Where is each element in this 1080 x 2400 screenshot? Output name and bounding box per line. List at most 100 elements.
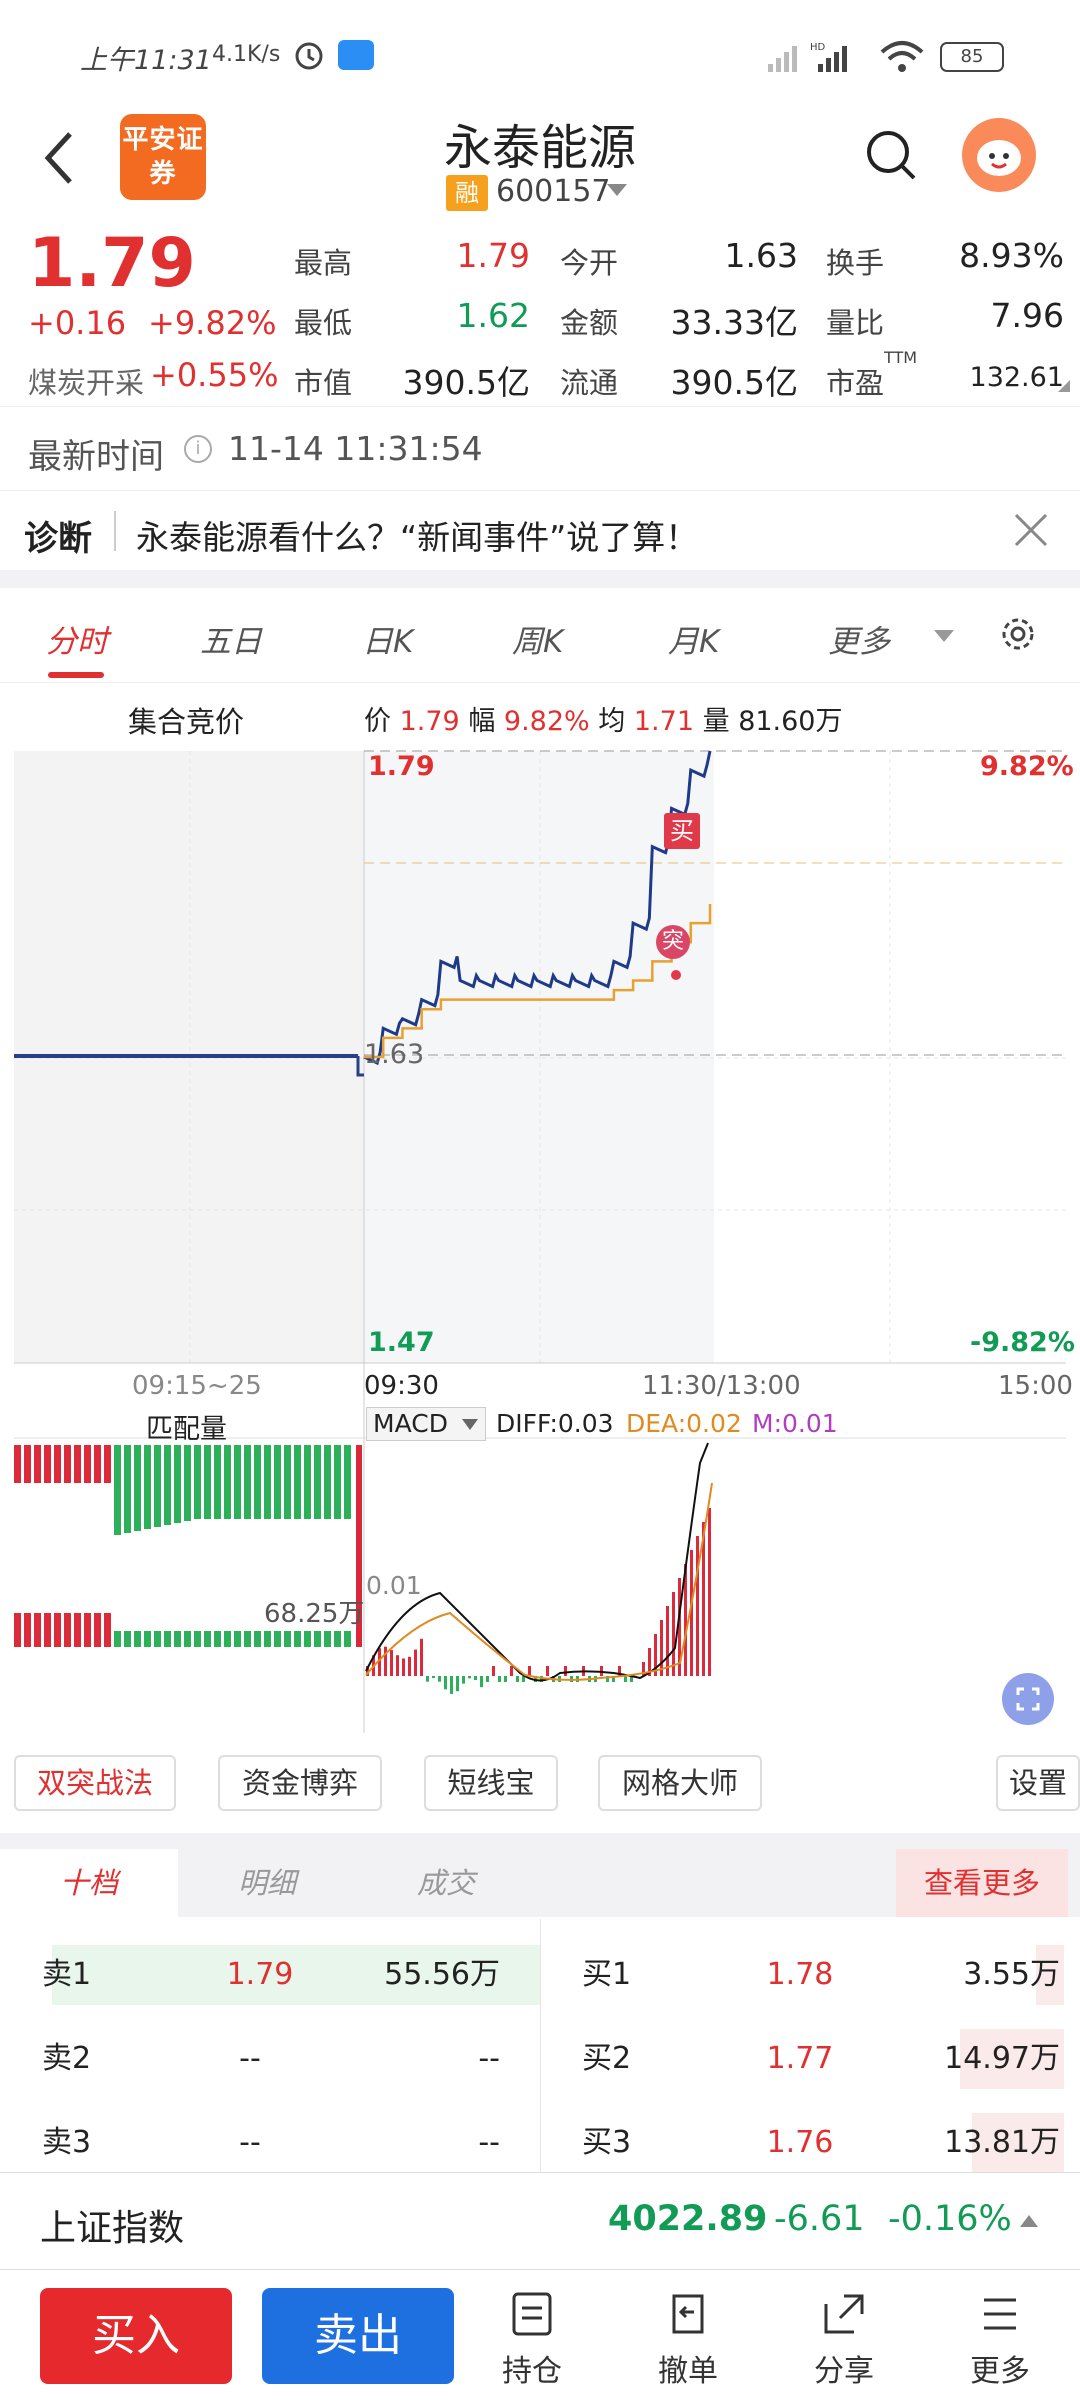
tool-fund-game[interactable]: 资金博弈	[218, 1755, 382, 1811]
macd-bar	[462, 1676, 465, 1684]
nav-holdings[interactable]: 持仓	[482, 2290, 582, 2390]
nav-share[interactable]: 分享	[794, 2290, 894, 2390]
nav-more[interactable]: 更多	[950, 2290, 1050, 2390]
status-speed: 4.1K/s	[212, 42, 281, 67]
ask-label: 卖2	[42, 2041, 92, 2076]
back-icon[interactable]	[40, 128, 80, 192]
match-volume-bar	[184, 1631, 191, 1647]
ask-volume: --	[478, 2125, 500, 2160]
chart-canvas	[14, 750, 1066, 1733]
match-volume-bar	[224, 1445, 231, 1519]
tool-settings[interactable]: 设置	[996, 1755, 1080, 1811]
fullscreen-icon[interactable]	[1002, 1673, 1054, 1725]
match-volume-bar	[24, 1613, 31, 1647]
ttm-label: TTM	[884, 348, 918, 367]
quote-value: 1.63	[724, 236, 798, 275]
tab-detail[interactable]: 明细	[178, 1849, 356, 1917]
macd-bar	[456, 1676, 459, 1692]
nav-cancel-order[interactable]: 撤单	[638, 2290, 738, 2390]
tab-five-day[interactable]: 五日	[200, 616, 262, 661]
buy-button[interactable]: 买入	[40, 2288, 232, 2384]
match-volume-bar	[154, 1445, 161, 1527]
diagnosis-label: 诊断	[24, 519, 92, 559]
quote-value: 8.93%	[959, 236, 1064, 275]
bid-row-2[interactable]: 买2 1.77 14.97万	[540, 2029, 1080, 2089]
time-label-auction: 09:15~25	[132, 1371, 262, 1401]
index-ticker[interactable]: 上证指数 4022.89 -6.61 -0.16%	[0, 2172, 1080, 2270]
breakout-signal-marker[interactable]: 突	[656, 925, 690, 959]
chart-settings-icon[interactable]	[996, 612, 1040, 660]
code-dropdown-icon[interactable]	[607, 184, 627, 196]
ask-price: 1.79	[226, 1957, 294, 1992]
match-volume-bar	[184, 1445, 191, 1521]
match-volume-bar	[114, 1631, 121, 1647]
match-volume-bar	[254, 1631, 261, 1647]
tab-more[interactable]: 更多	[828, 616, 890, 661]
search-icon[interactable]	[864, 128, 920, 188]
tool-short-term[interactable]: 短线宝	[424, 1755, 558, 1811]
bid-price: 1.78	[766, 1957, 834, 1992]
tab-intraday[interactable]: 分时	[46, 616, 108, 661]
intraday-chart[interactable]: 集合竞价 价 1.79 幅 9.82% 均 1.71 量 81.60万 1.79…	[0, 683, 1080, 1743]
tab-daily-k[interactable]: 日K	[362, 616, 413, 661]
tab-monthly-k[interactable]: 月K	[668, 616, 719, 661]
match-volume-bar	[24, 1445, 31, 1483]
macd-bar	[444, 1676, 447, 1690]
bid-row-1[interactable]: 买1 1.78 3.55万	[540, 1945, 1080, 2005]
match-volume-bar	[284, 1631, 291, 1647]
ask-row-2[interactable]: 卖2 -- --	[0, 2029, 540, 2089]
match-volume-bar	[204, 1631, 211, 1647]
quote-panel: 1.79 +0.16 +9.82% 煤炭开采 +0.55% 最高 1.79 今开…	[0, 224, 1080, 406]
quote-label: 量比	[826, 306, 885, 340]
index-change-pct: -0.16%	[888, 2199, 1012, 2239]
expand-corner-icon[interactable]	[1058, 380, 1070, 392]
match-volume-bar	[114, 1445, 121, 1535]
macd-bar	[498, 1676, 501, 1682]
match-volume-bar	[54, 1613, 61, 1647]
match-volume-bar	[164, 1445, 171, 1525]
separator	[0, 1833, 1080, 1849]
macd-bar	[546, 1666, 549, 1676]
match-volume-bar	[134, 1445, 141, 1531]
match-volume-bar	[304, 1631, 311, 1647]
tab-trades[interactable]: 成交	[356, 1849, 536, 1917]
match-volume-label: 匹配量	[146, 1414, 227, 1445]
y-label-bottom: 1.47	[368, 1327, 435, 1358]
bid-price: 1.77	[766, 2041, 834, 2076]
tab-weekly-k[interactable]: 周K	[512, 616, 563, 661]
ask-price: --	[239, 2125, 261, 2160]
tool-double-break[interactable]: 双突战法	[14, 1755, 176, 1811]
match-volume-bar	[64, 1613, 71, 1647]
ask-label: 卖1	[42, 1957, 92, 1992]
assistant-avatar[interactable]	[962, 118, 1036, 192]
quote-label: 最高	[294, 246, 353, 280]
macd-axis-label: 0.01	[366, 1571, 422, 1600]
tab-more-dropdown-icon[interactable]	[934, 630, 954, 642]
ask-price: --	[239, 2041, 261, 2076]
match-volume-bar	[234, 1631, 241, 1647]
info-icon[interactable]: i	[184, 435, 212, 463]
indicator-dropdown-icon[interactable]	[462, 1419, 478, 1430]
diagnosis-banner[interactable]: 诊断 永泰能源看什么？“新闻事件”说了算！	[0, 490, 1080, 570]
quote-label: 市盈	[826, 366, 885, 400]
close-icon[interactable]	[1010, 509, 1052, 555]
ask-row-3[interactable]: 卖3 -- --	[0, 2113, 540, 2173]
stock-code: 600157	[496, 174, 611, 209]
tool-grid-master[interactable]: 网格大师	[598, 1755, 762, 1811]
tab-depth[interactable]: 十档	[0, 1849, 178, 1917]
macd-bar	[420, 1638, 423, 1676]
view-more-button[interactable]: 查看更多	[896, 1849, 1068, 1917]
buy-signal-marker[interactable]: 买	[664, 813, 700, 849]
expand-up-icon[interactable]	[1020, 2215, 1038, 2227]
ask-row-1[interactable]: 卖1 1.79 55.56万	[0, 1945, 540, 2005]
pct-label-bottom: -9.82%	[970, 1327, 1075, 1358]
sell-button[interactable]: 卖出	[262, 2288, 454, 2384]
macd-bar	[504, 1676, 507, 1682]
update-time-label: 最新时间	[28, 437, 164, 477]
macd-bar	[510, 1666, 513, 1676]
bid-row-3[interactable]: 买3 1.76 13.81万	[540, 2113, 1080, 2173]
nav-cancel-order-label: 撤单	[658, 2354, 718, 2389]
update-time-value: 11-14 11:31:54	[228, 429, 483, 468]
macd-bar	[432, 1676, 435, 1678]
macd-bar	[474, 1676, 477, 1680]
